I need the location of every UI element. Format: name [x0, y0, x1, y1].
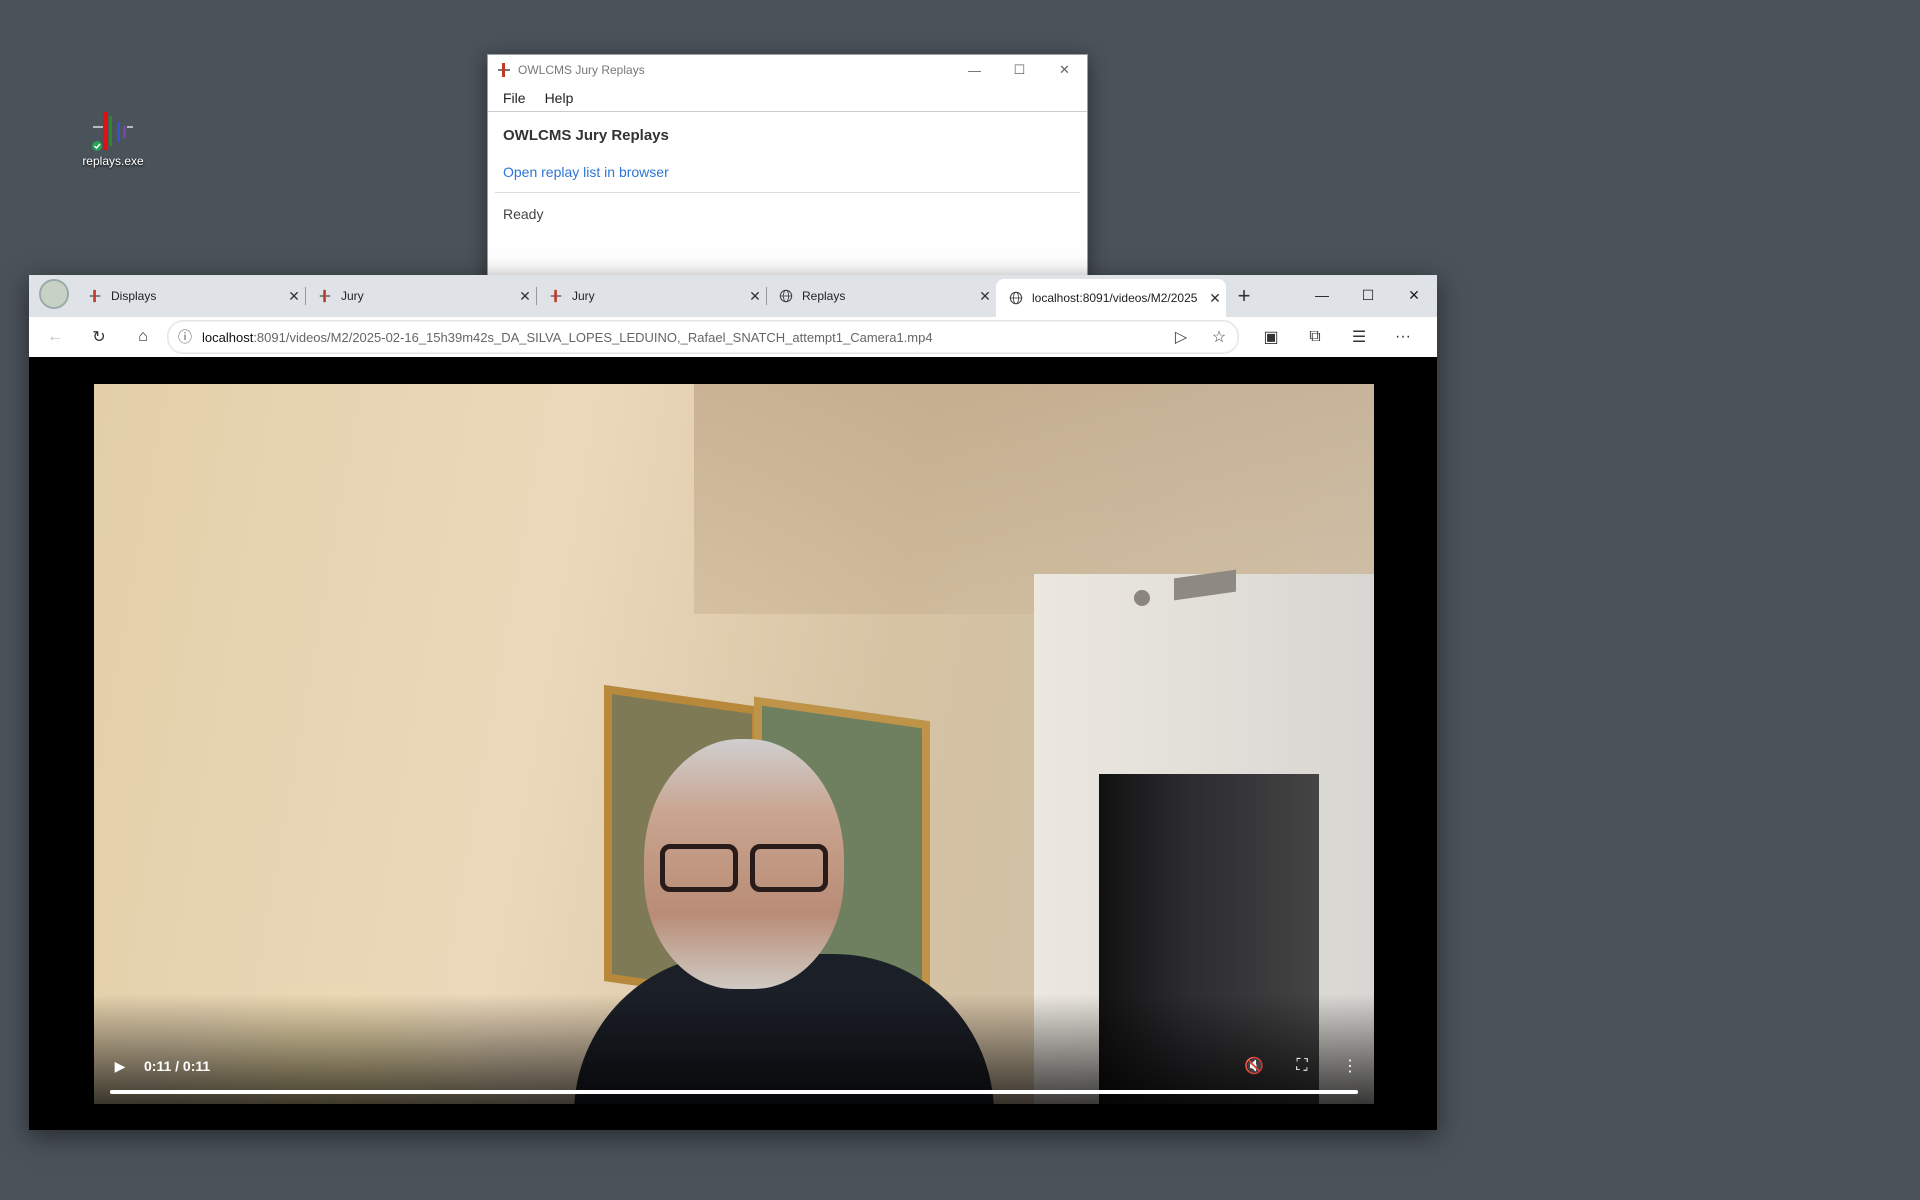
favorites-icon[interactable]: ☰ — [1341, 321, 1377, 353]
globe-icon — [1008, 290, 1024, 306]
extensions-icon[interactable]: ⧉ — [1297, 321, 1333, 353]
play-icon[interactable]: ▶ — [112, 1057, 128, 1075]
app-minimize-button[interactable]: — — [952, 55, 997, 85]
more-options-icon[interactable]: ··· — [1385, 321, 1421, 353]
smoke-detector — [1134, 590, 1150, 606]
reload-icon[interactable]: ↻ — [81, 321, 117, 353]
video-player[interactable]: ▶ 0:11 / 0:11 🔇 ⛶ ⋮ — [94, 384, 1374, 1104]
app-heading: OWLCMS Jury Replays — [503, 127, 669, 144]
open-replay-list-link[interactable]: Open replay list in browser — [503, 164, 1072, 180]
page-viewport: ▶ 0:11 / 0:11 🔇 ⛶ ⋮ — [29, 357, 1437, 1130]
home-icon[interactable]: ⌂ — [125, 321, 161, 353]
globe-icon — [778, 288, 794, 304]
divider — [495, 192, 1080, 193]
browser-minimize-button[interactable]: — — [1299, 275, 1345, 315]
owlcms-icon — [87, 288, 103, 304]
mute-icon[interactable]: 🔇 — [1230, 1056, 1278, 1076]
app-close-button[interactable]: ✕ — [1042, 55, 1087, 85]
tab-label: Displays — [111, 289, 157, 303]
app-maximize-button[interactable]: ☐ — [997, 55, 1042, 85]
menu-file[interactable]: File — [503, 90, 526, 106]
url-path: :8091/videos/M2/2025-02-16_15h39m42s_DA_… — [253, 329, 933, 345]
browser-window-controls: — ☐ ✕ — [1299, 275, 1437, 315]
tab-close-icon[interactable]: ✕ — [514, 288, 536, 305]
read-aloud-icon[interactable]: ▷ — [1162, 327, 1200, 347]
url-host: localhost — [202, 329, 254, 345]
tab-jury-1[interactable]: Jury ✕ — [305, 279, 537, 313]
browser-maximize-button[interactable]: ☐ — [1345, 275, 1391, 315]
replays-app-icon — [89, 104, 137, 152]
browser-window: Displays ✕ Jury ✕ Jury ✕ Replays ✕ local… — [29, 275, 1437, 1130]
site-info-icon[interactable]: ⓘ — [168, 327, 202, 347]
owlcms-jury-replays-window: OWLCMS Jury Replays — ☐ ✕ File Help OWLC… — [487, 54, 1088, 286]
owlcms-icon — [317, 288, 333, 304]
tab-video-active[interactable]: localhost:8091/videos/M2/2025 ✕ — [996, 279, 1226, 317]
video-more-icon[interactable]: ⋮ — [1326, 1056, 1374, 1076]
browser-close-button[interactable]: ✕ — [1391, 275, 1437, 315]
video-progress-bar[interactable] — [110, 1090, 1358, 1094]
tab-strip: Displays ✕ Jury ✕ Jury ✕ Replays ✕ local… — [29, 275, 1437, 317]
tab-label: localhost:8091/videos/M2/2025 — [1032, 291, 1198, 305]
split-screen-icon[interactable]: ▣ — [1253, 321, 1289, 353]
desktop-icon-label: replays.exe — [82, 154, 144, 168]
video-time: 0:11 / 0:11 — [144, 1058, 211, 1074]
app-window-title: OWLCMS Jury Replays — [518, 63, 645, 77]
owlcms-icon — [548, 288, 564, 304]
tab-displays[interactable]: Displays ✕ — [75, 279, 306, 313]
status-text: Ready — [503, 206, 544, 222]
tab-label: Replays — [802, 289, 846, 303]
desktop-icon-replays[interactable]: replays.exe — [80, 104, 146, 168]
tab-label: Jury — [572, 289, 595, 303]
new-tab-button[interactable]: + — [1226, 279, 1262, 313]
menu-help[interactable]: Help — [545, 90, 574, 106]
browser-toolbar: ← ↻ ⌂ ⓘ localhost:8091/videos/M2/2025-02… — [29, 317, 1437, 358]
tab-close-icon[interactable]: ✕ — [974, 288, 996, 305]
tab-close-icon[interactable]: ✕ — [283, 288, 305, 305]
owlcms-icon — [496, 62, 512, 78]
tab-replays[interactable]: Replays ✕ — [766, 279, 996, 313]
app-menubar: File Help — [488, 85, 1087, 112]
glasses — [660, 844, 828, 892]
app-titlebar: OWLCMS Jury Replays — ☐ ✕ — [488, 55, 1087, 85]
tab-close-icon[interactable]: ✕ — [744, 288, 766, 305]
url-text[interactable]: localhost:8091/videos/M2/2025-02-16_15h3… — [202, 330, 1162, 345]
back-icon[interactable]: ← — [37, 321, 73, 353]
video-progress-fill — [110, 1090, 1358, 1094]
tab-jury-2[interactable]: Jury ✕ — [536, 279, 767, 313]
address-bar[interactable]: ⓘ localhost:8091/videos/M2/2025-02-16_15… — [167, 320, 1239, 354]
tab-label: Jury — [341, 289, 364, 303]
video-controls: ▶ 0:11 / 0:11 🔇 ⛶ ⋮ — [94, 1051, 1374, 1081]
tab-close-icon[interactable]: ✕ — [1204, 290, 1226, 307]
fullscreen-icon[interactable]: ⛶ — [1278, 1057, 1326, 1075]
profile-avatar[interactable] — [39, 279, 69, 309]
favorite-star-icon[interactable]: ☆ — [1200, 327, 1238, 347]
